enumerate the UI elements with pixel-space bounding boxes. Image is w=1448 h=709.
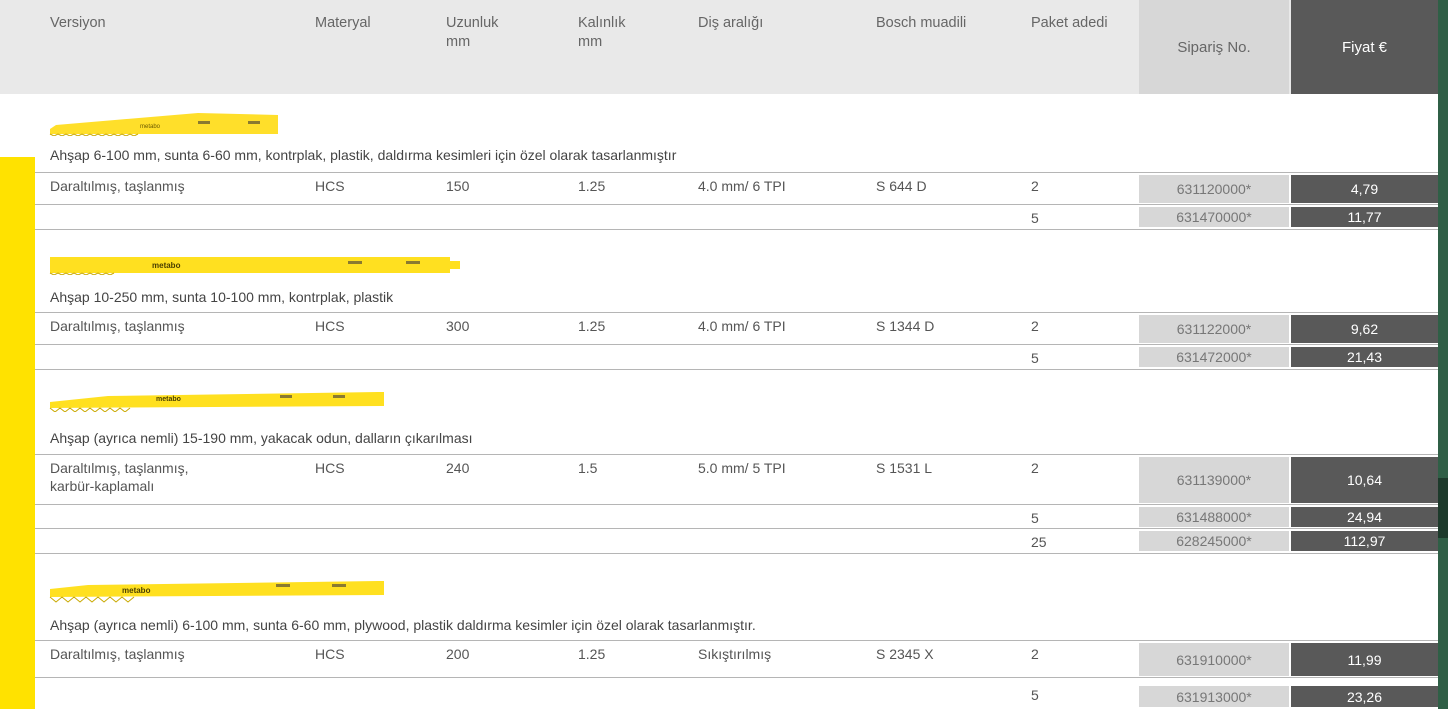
table-row: Daraltılmış, taşlanmış HCS 200 1.25 Sıkı… bbox=[35, 640, 1438, 678]
header-dis-araligi: Diş aralığı bbox=[698, 15, 764, 31]
header-versiyon: Versiyon bbox=[50, 15, 106, 31]
cell-siparis: 631120000* bbox=[1139, 175, 1289, 203]
cell-siparis: 631139000* bbox=[1139, 457, 1289, 503]
svg-text:metabo: metabo bbox=[140, 124, 161, 130]
cell-kalinlik: 1.25 bbox=[578, 178, 606, 194]
group-description: Ahşap 6-100 mm, sunta 6-60 mm, kontrplak… bbox=[50, 147, 677, 163]
cell-bosch: S 1344 D bbox=[876, 318, 935, 334]
cell-versiyon: Daraltılmış, taşlanmış bbox=[50, 178, 185, 194]
yellow-side-bar bbox=[0, 157, 35, 709]
group-description: Ahşap (ayrıca nemli) 15-190 mm, yakacak … bbox=[50, 430, 473, 446]
cell-versiyon: Daraltılmış, taşlanmış bbox=[50, 646, 185, 662]
cell-paket: 25 bbox=[1031, 534, 1047, 550]
header-kalinlik: Kalınlık mm bbox=[578, 15, 626, 50]
table-row: 5 631470000* 11,77 bbox=[35, 204, 1438, 230]
svg-text:metabo: metabo bbox=[156, 396, 181, 403]
cell-materyal: HCS bbox=[315, 178, 345, 194]
table-row: Daraltılmış, taşlanmış, karbür-kaplamalı … bbox=[35, 454, 1438, 505]
cell-paket: 2 bbox=[1031, 178, 1039, 194]
cell-paket: 5 bbox=[1031, 687, 1039, 703]
saw-blade-image-3: metabo bbox=[49, 392, 384, 412]
cell-paket: 5 bbox=[1031, 350, 1039, 366]
svg-text:metabo: metabo bbox=[152, 261, 181, 270]
group-description: Ahşap 10-250 mm, sunta 10-100 mm, kontrp… bbox=[50, 289, 394, 305]
cell-dis-araligi: 4.0 mm/ 6 TPI bbox=[698, 178, 786, 194]
cell-paket: 2 bbox=[1031, 460, 1039, 476]
header-uzunluk: Uzunluk mm bbox=[446, 15, 499, 50]
cell-kalinlik: 1.25 bbox=[578, 318, 606, 334]
cell-kalinlik: 1.5 bbox=[578, 460, 598, 476]
header-bosch: Bosch muadili bbox=[876, 15, 967, 31]
cell-fiyat: 21,43 bbox=[1291, 347, 1438, 367]
table-row: 5 631472000* 21,43 bbox=[35, 344, 1438, 370]
saw-blade-image-4: metabo bbox=[49, 581, 384, 603]
group-description: Ahşap (ayrıca nemli) 6-100 mm, sunta 6-6… bbox=[50, 617, 756, 633]
cell-siparis: 631122000* bbox=[1139, 315, 1289, 343]
cell-dis-araligi: Sıkıştırılmış bbox=[698, 646, 772, 662]
cell-kalinlik: 1.25 bbox=[578, 646, 606, 662]
cell-bosch: S 2345 X bbox=[876, 646, 934, 662]
cell-bosch: S 644 D bbox=[876, 178, 927, 194]
cell-versiyon: Daraltılmış, taşlanmış, karbür-kaplamalı bbox=[50, 460, 189, 494]
header-siparis: Sipariş No. bbox=[1139, 0, 1289, 94]
table-row: 25 628245000* 112,97 bbox=[35, 528, 1438, 554]
cell-siparis: 631472000* bbox=[1139, 347, 1289, 367]
cell-fiyat: 23,26 bbox=[1291, 686, 1438, 707]
cell-paket: 2 bbox=[1031, 646, 1039, 662]
cell-versiyon: Daraltılmış, taşlanmış bbox=[50, 318, 185, 334]
cell-uzunluk: 300 bbox=[446, 318, 470, 334]
cell-fiyat: 11,77 bbox=[1291, 207, 1438, 227]
cell-siparis: 631910000* bbox=[1139, 643, 1289, 676]
saw-blade-image-2: metabo bbox=[49, 257, 460, 275]
cell-fiyat: 10,64 bbox=[1291, 457, 1438, 503]
cell-materyal: HCS bbox=[315, 460, 345, 476]
table-row: Daraltılmış, taşlanmış HCS 300 1.25 4.0 … bbox=[35, 312, 1438, 345]
cell-uzunluk: 150 bbox=[446, 178, 470, 194]
header-paket: Paket adedi bbox=[1031, 15, 1108, 31]
table-row: Daraltılmış, taşlanmış HCS 150 1.25 4.0 … bbox=[35, 172, 1438, 205]
cell-fiyat: 9,62 bbox=[1291, 315, 1438, 343]
cell-fiyat: 11,99 bbox=[1291, 643, 1438, 676]
cell-dis-araligi: 4.0 mm/ 6 TPI bbox=[698, 318, 786, 334]
saw-blade-image-1: metabo bbox=[49, 113, 278, 136]
right-edge-strip bbox=[1438, 0, 1448, 709]
cell-paket: 5 bbox=[1031, 510, 1039, 526]
cell-siparis: 631913000* bbox=[1139, 686, 1289, 707]
cell-siparis: 631470000* bbox=[1139, 207, 1289, 227]
cell-fiyat: 112,97 bbox=[1291, 531, 1438, 551]
table-row: 5 631488000* 24,94 bbox=[35, 504, 1438, 529]
cell-fiyat: 4,79 bbox=[1291, 175, 1438, 203]
svg-text:metabo: metabo bbox=[122, 586, 151, 595]
cell-bosch: S 1531 L bbox=[876, 460, 933, 476]
cell-dis-araligi: 5.0 mm/ 5 TPI bbox=[698, 460, 786, 476]
header-materyal: Materyal bbox=[315, 15, 371, 31]
cell-siparis: 631488000* bbox=[1139, 507, 1289, 527]
cell-uzunluk: 240 bbox=[446, 460, 470, 476]
cell-materyal: HCS bbox=[315, 318, 345, 334]
cell-uzunluk: 200 bbox=[446, 646, 470, 662]
header-fiyat: Fiyat € bbox=[1291, 0, 1438, 94]
cell-materyal: HCS bbox=[315, 646, 345, 662]
cell-siparis: 628245000* bbox=[1139, 531, 1289, 551]
table-row: 5 631913000* 23,26 bbox=[35, 677, 1438, 709]
cell-fiyat: 24,94 bbox=[1291, 507, 1438, 527]
cell-paket: 2 bbox=[1031, 318, 1039, 334]
cell-paket: 5 bbox=[1031, 210, 1039, 226]
